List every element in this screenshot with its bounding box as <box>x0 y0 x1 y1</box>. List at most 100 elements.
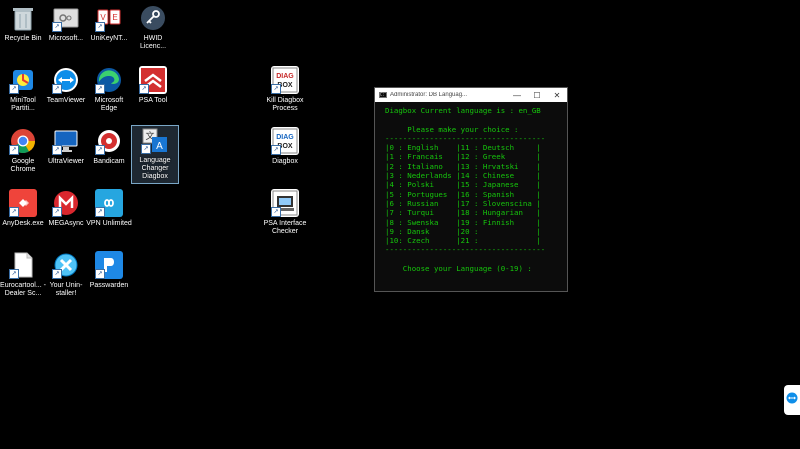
shortcut-arrow-icon: ↗ <box>9 145 19 155</box>
console-line: |6 : Russian |17 : Slovenscina | <box>385 198 541 208</box>
icon-label: Kill Diagbox Process <box>266 97 304 112</box>
icon-label: UltraViewer <box>47 158 85 165</box>
icon-label: Bandicam <box>93 158 125 165</box>
icon-label: Recycle Bin <box>4 35 42 42</box>
desktop-icon-teamviewer[interactable]: ↗ TeamViewer <box>43 66 89 105</box>
shortcut-arrow-icon: ↗ <box>271 207 281 217</box>
console-line: |1 : Francais |12 : Greek | <box>385 152 541 162</box>
desktop-icon-anydesk[interactable]: ↗ AnyDesk.exe <box>0 189 46 228</box>
window-title: Administrator: DB Languag... <box>390 92 468 98</box>
icon-label: HWID Licenc... <box>139 35 167 50</box>
anydesk-icon: ↗ <box>9 189 37 217</box>
desktop-icon-bandicam[interactable]: ↗ Bandicam <box>86 127 132 166</box>
desktop-icon-diagbox[interactable]: DIAG BOX ↗ Diagbox <box>262 127 308 166</box>
desktop: Recycle Bin ↗ MiniTool Partiti... ↗ Goog… <box>0 0 800 449</box>
desktop-icon-kill-diagbox[interactable]: DIAG BOX ↗ Kill Diagbox Process <box>262 66 308 113</box>
teamviewer-tab-icon <box>786 391 798 409</box>
shortcut-arrow-icon: ↗ <box>52 22 62 32</box>
console-titlebar[interactable]: C: Administrator: DB Languag... — ☐ ✕ <box>375 88 567 102</box>
console-line: |10: Czech |21 : | <box>385 236 541 246</box>
icon-label: UniKeyNT... <box>90 35 128 42</box>
shortcut-arrow-icon: ↗ <box>9 207 19 217</box>
shortcut-arrow-icon: ↗ <box>52 84 62 94</box>
recycle-bin-icon <box>9 4 37 32</box>
uninstaller-icon: ↗ <box>52 251 80 279</box>
desktop-icon-hwid[interactable]: HWID Licenc... <box>130 4 176 51</box>
language-changer-icon: 文A ↗ <box>141 126 169 154</box>
icon-label: PSA Tool <box>138 97 168 104</box>
shortcut-arrow-icon: ↗ <box>52 207 62 217</box>
svg-text:DIAG: DIAG <box>276 73 294 80</box>
icon-label: Passwarden <box>89 282 129 289</box>
maximize-button[interactable]: ☐ <box>527 88 547 102</box>
console-line: Please make your choice : <box>385 124 519 134</box>
desktop-icon-language-changer[interactable]: 文A ↗ Language Changer Diagbox <box>131 125 179 184</box>
desktop-icon-vpn-unlimited[interactable]: ↗ VPN Unlimited <box>86 189 132 228</box>
icon-label: TeamViewer <box>46 97 86 104</box>
icon-label: Your Unin-staller! <box>49 282 83 297</box>
console-line: Diagbox Current language is : en_GB <box>385 106 541 115</box>
icon-label: Diagbox <box>272 158 298 165</box>
shortcut-arrow-icon: ↗ <box>9 84 19 94</box>
desktop-icon-megasync[interactable]: ↗ MEGAsync <box>43 189 89 228</box>
diagbox-icon: DIAG BOX ↗ <box>271 127 299 155</box>
icon-label: Microsoft... <box>48 35 84 42</box>
unikey-icon: VE ↗ <box>95 4 123 32</box>
icon-label: Language Changer Diagbox <box>139 157 171 180</box>
desktop-icon-edge[interactable]: ↗ Microsoft Edge <box>86 66 132 113</box>
window-controls: — ☐ ✕ <box>507 88 567 102</box>
desktop-icon-psa-interface-checker[interactable]: ↗ PSA Interface Checker <box>262 189 308 236</box>
desktop-icon-microsoft[interactable]: ↗ Microsoft... <box>43 4 89 43</box>
icon-label: MiniTool Partiti... <box>10 97 36 112</box>
console-line: Choose your Language (0-19) : <box>385 264 532 274</box>
vpn-unlimited-icon: ↗ <box>95 189 123 217</box>
desktop-icon-recycle-bin[interactable]: Recycle Bin <box>0 4 46 43</box>
shortcut-arrow-icon: ↗ <box>271 145 281 155</box>
teamviewer-icon: ↗ <box>52 66 80 94</box>
console-line: |9 : Dansk |20 : | <box>385 226 541 236</box>
desktop-icon-passwarden[interactable]: ↗ Passwarden <box>86 251 132 290</box>
shortcut-arrow-icon: ↗ <box>95 22 105 32</box>
minitool-icon: ↗ <box>9 66 37 94</box>
svg-text:E: E <box>112 13 117 22</box>
console-output[interactable]: Diagbox Current language is : en_GB Plea… <box>375 102 567 273</box>
desktop-icon-unikey[interactable]: VE ↗ UniKeyNT... <box>86 4 132 43</box>
icon-label: Eurocartool... - Dealer Sc... <box>0 282 46 297</box>
icon-label: AnyDesk.exe <box>2 220 44 227</box>
psa-interface-checker-icon: ↗ <box>271 189 299 217</box>
console-line: |4 : Polski |15 : Japanese | <box>385 180 541 190</box>
shortcut-arrow-icon: ↗ <box>95 84 105 94</box>
minimize-button[interactable]: — <box>507 88 527 102</box>
console-line: |0 : English |11 : Deutsch | <box>385 143 541 153</box>
close-button[interactable]: ✕ <box>547 88 567 102</box>
console-window[interactable]: C: Administrator: DB Languag... — ☐ ✕ Di… <box>374 87 568 292</box>
microsoft-app-icon: ↗ <box>52 4 80 32</box>
console-line: |8 : Swenska |19 : Finnish | <box>385 217 541 227</box>
console-line: |3 : Nederlands |14 : Chinese | <box>385 171 541 181</box>
shortcut-arrow-icon: ↗ <box>95 207 105 217</box>
megasync-icon: ↗ <box>52 189 80 217</box>
desktop-icon-ultraviewer[interactable]: ↗ UltraViewer <box>43 127 89 166</box>
shortcut-arrow-icon: ↗ <box>141 144 151 154</box>
console-line: ------------------------------------ <box>385 245 546 255</box>
svg-text:V: V <box>100 13 106 22</box>
shortcut-arrow-icon: ↗ <box>139 84 149 94</box>
desktop-icon-minitool[interactable]: ↗ MiniTool Partiti... <box>0 66 46 113</box>
desktop-icon-chrome[interactable]: ↗ Google Chrome <box>0 127 46 174</box>
desktop-icon-psa-tool[interactable]: ↗ PSA Tool <box>130 66 176 105</box>
psa-tool-icon: ↗ <box>139 66 167 94</box>
shortcut-arrow-icon: ↗ <box>9 269 19 279</box>
icon-label: VPN Unlimited <box>86 220 132 227</box>
desktop-icon-uninstaller[interactable]: ↗ Your Unin-staller! <box>43 251 89 298</box>
teamviewer-side-tab[interactable] <box>784 385 800 415</box>
svg-text:A: A <box>156 141 163 152</box>
console-line: |5 : Portugues |16 : Spanish | <box>385 189 541 199</box>
desktop-icon-eurocartool[interactable]: ↗ Eurocartool... - Dealer Sc... <box>0 251 46 298</box>
icon-label: PSA Interface Checker <box>263 220 307 235</box>
svg-text:DIAG: DIAG <box>276 134 294 141</box>
console-line: |2 : Italiano |13 : Hrvatski | <box>385 161 541 171</box>
document-icon: ↗ <box>9 251 37 279</box>
icon-label: MEGAsync <box>48 220 84 227</box>
